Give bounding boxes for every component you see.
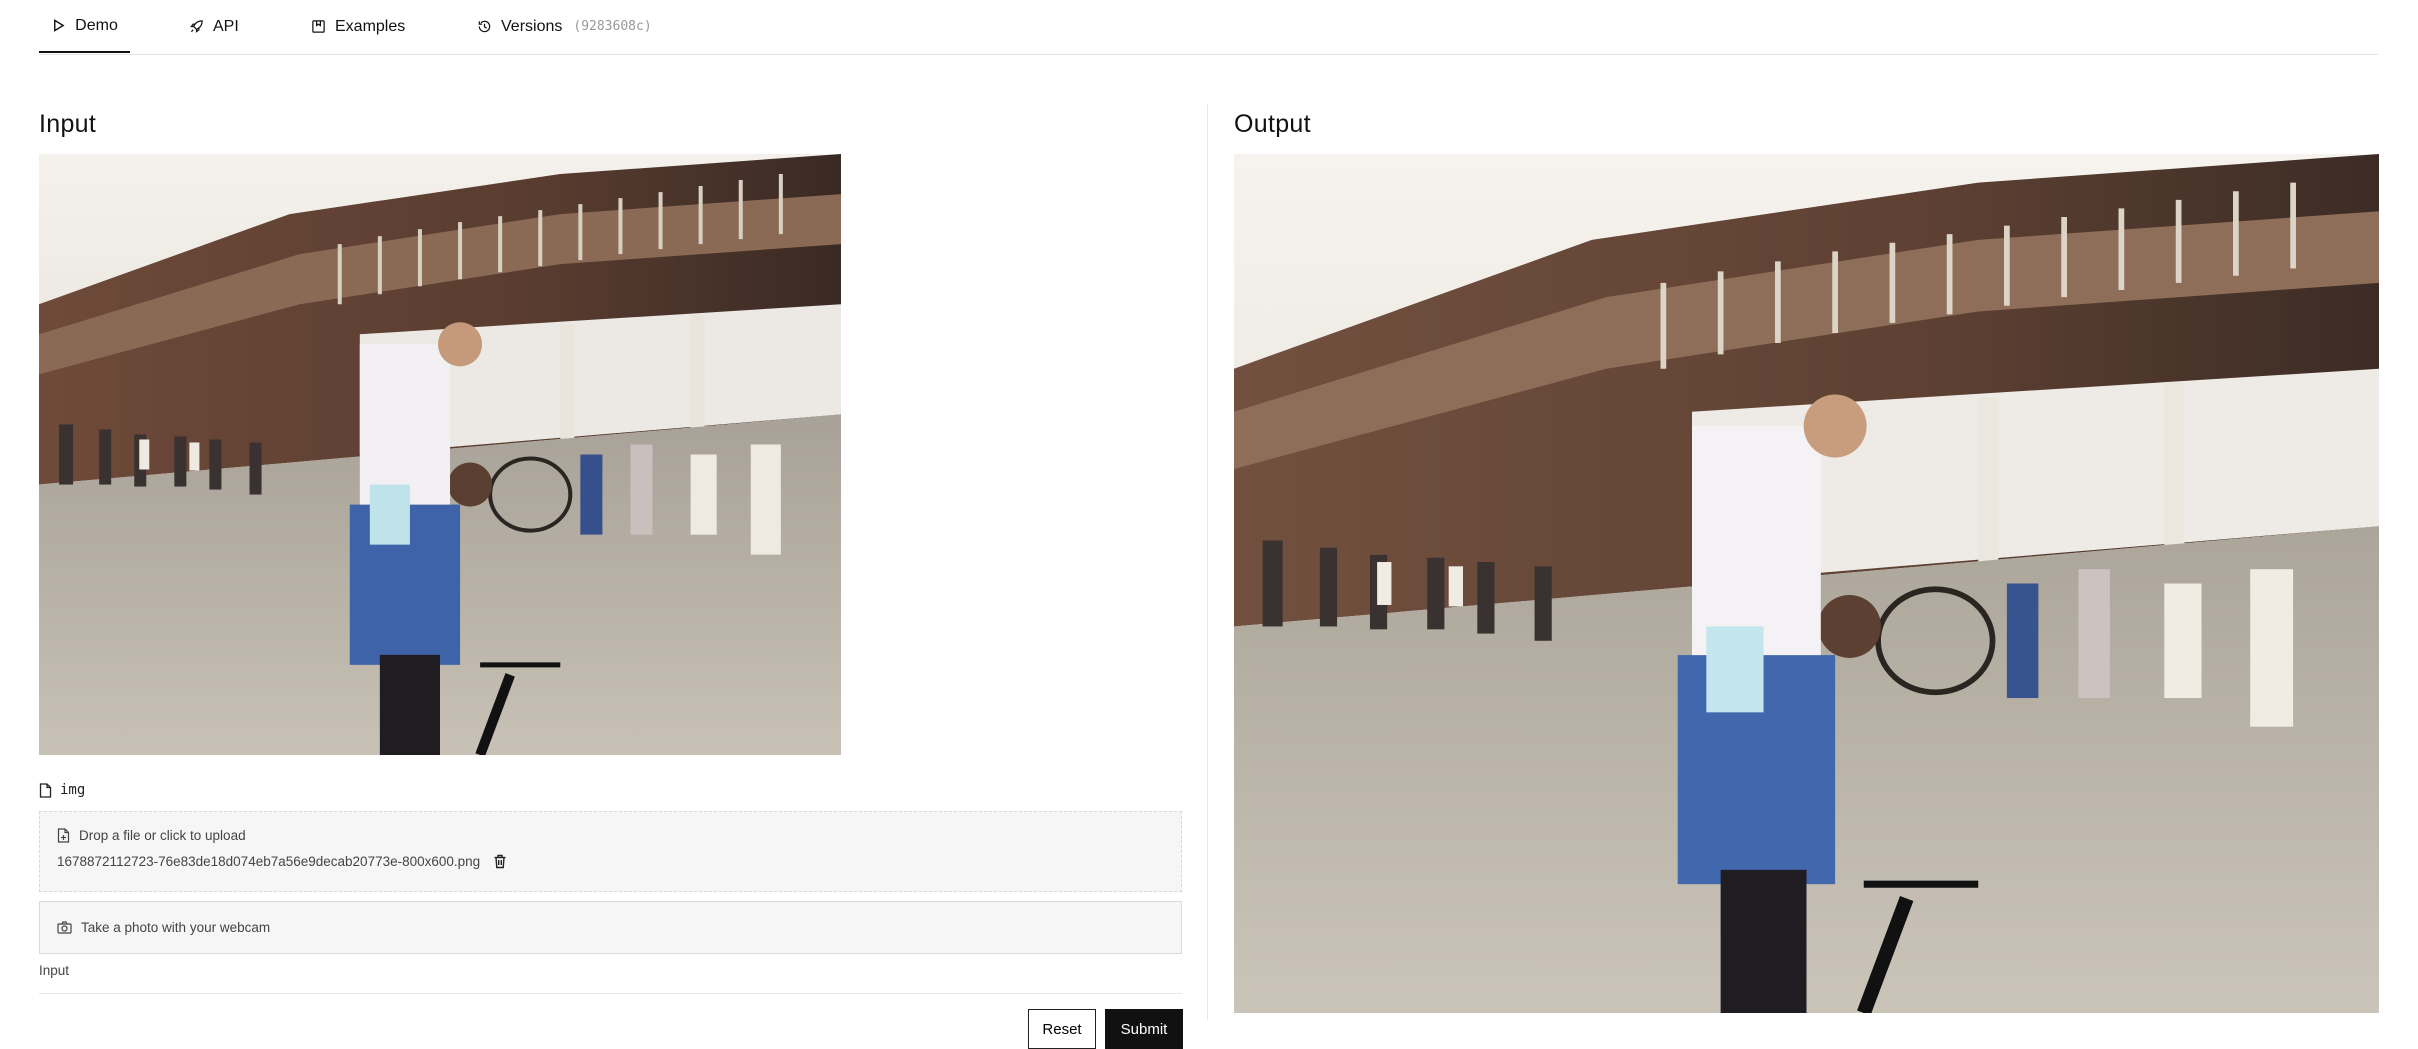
output-panel-title: Output — [1234, 110, 1311, 138]
bookmark-image-icon — [311, 19, 326, 34]
tab-versions[interactable]: Versions (9283608c) — [477, 0, 652, 53]
input-panel-title: Input — [39, 110, 97, 138]
file-dropzone[interactable]: Drop a file or click to upload 167887211… — [39, 811, 1182, 892]
tab-examples[interactable]: Examples — [311, 0, 405, 53]
webcam-capture-button[interactable]: Take a photo with your webcam — [39, 901, 1182, 954]
submit-button[interactable]: Submit — [1105, 1009, 1183, 1049]
history-icon — [477, 19, 492, 34]
tab-demo[interactable]: Demo — [39, 0, 130, 53]
input-image-preview — [39, 154, 841, 755]
rocket-icon — [189, 19, 204, 34]
field-name: img — [60, 782, 86, 798]
tab-label: Versions — [501, 17, 563, 35]
upload-prompt-row: Drop a file or click to upload — [57, 828, 246, 843]
field-label: img — [39, 782, 85, 798]
output-image — [1234, 154, 2379, 1013]
camera-icon — [57, 921, 72, 934]
file-upload-icon — [57, 828, 70, 843]
output-photo-street-scene — [1234, 154, 2379, 1013]
file-icon — [39, 782, 52, 798]
tab-label: API — [213, 17, 239, 35]
webcam-label: Take a photo with your webcam — [81, 920, 271, 935]
uploaded-filename: 1678872112723-76e83de18d074eb7a56e9decab… — [57, 854, 481, 869]
tab-label: Examples — [335, 17, 406, 35]
input-photo-street-scene — [39, 154, 841, 755]
panel-divider — [1207, 104, 1208, 1020]
uploaded-file-row: 1678872112723-76e83de18d074eb7a56e9decab… — [57, 854, 507, 869]
version-hash: (9283608c) — [573, 19, 652, 34]
field-hint: Input — [39, 963, 70, 978]
form-divider — [39, 993, 1182, 994]
reset-button[interactable]: Reset — [1028, 1009, 1096, 1049]
tab-api[interactable]: API — [189, 0, 239, 53]
tab-label: Demo — [75, 16, 118, 34]
play-icon — [51, 18, 66, 33]
trash-icon[interactable] — [493, 854, 507, 869]
upload-prompt-text: Drop a file or click to upload — [79, 828, 246, 843]
tab-bar: Demo API Examples Versions (9283608c) — [39, 0, 2378, 55]
